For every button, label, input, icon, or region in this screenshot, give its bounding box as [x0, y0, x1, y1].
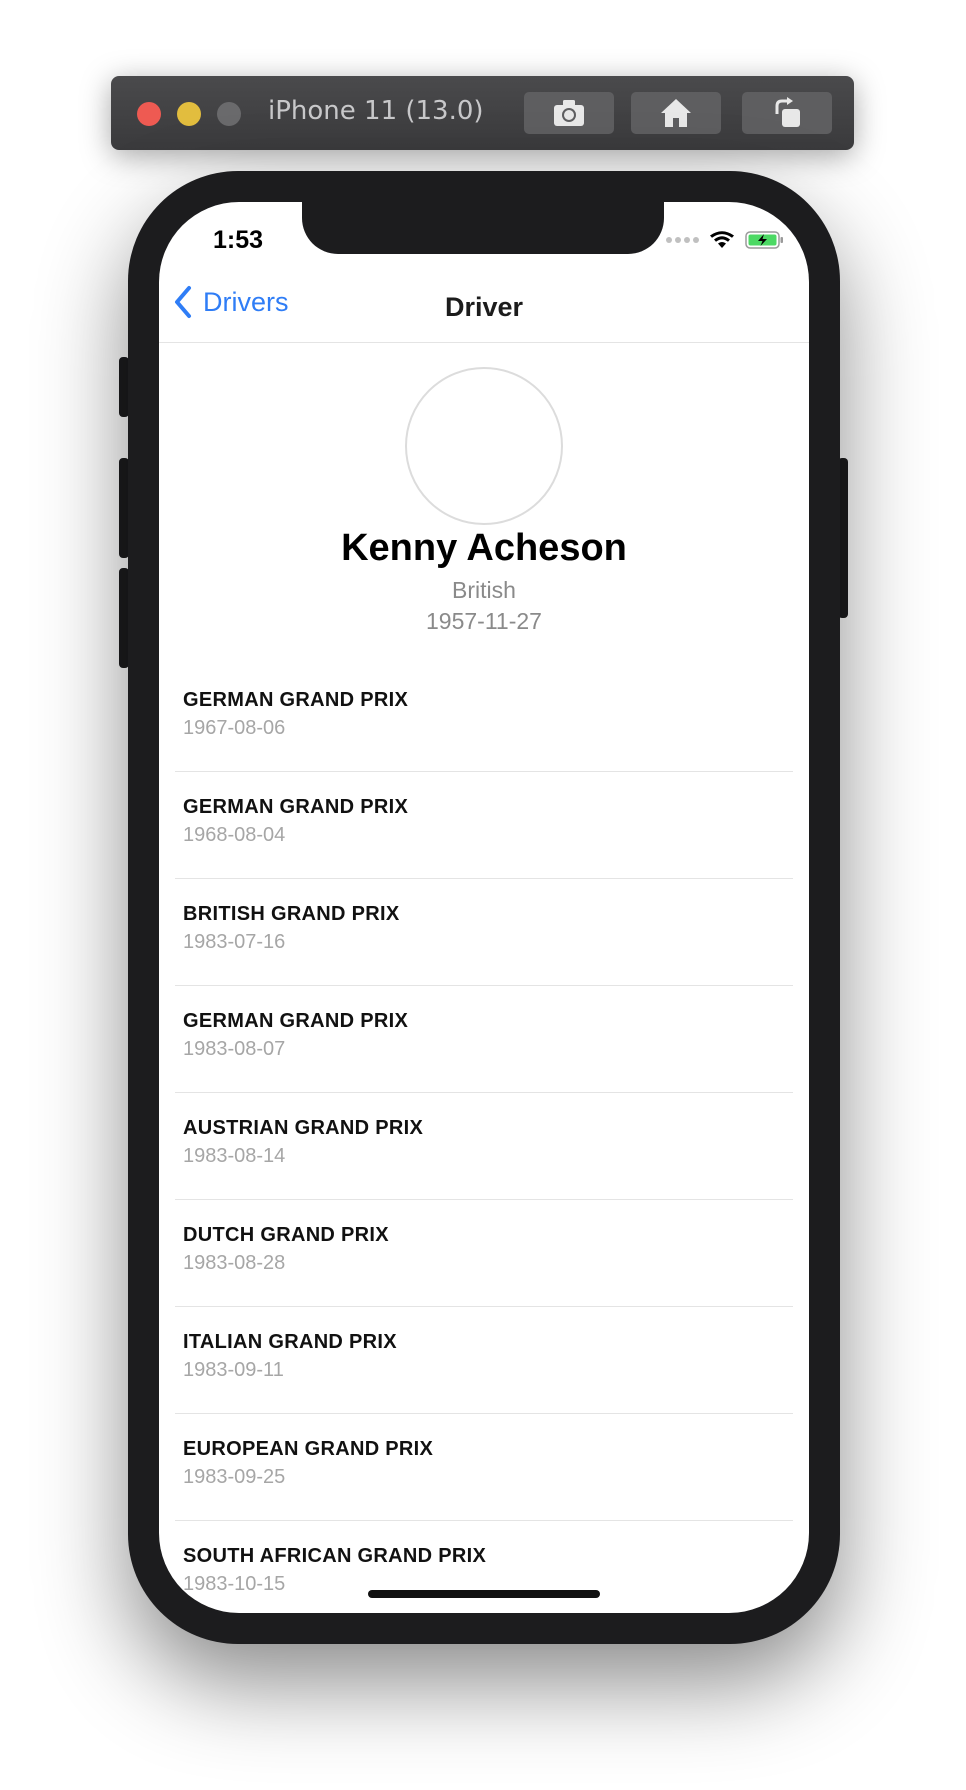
minimize-window-button[interactable] [177, 102, 201, 126]
list-item[interactable]: ITALIAN GRAND PRIX 1983-09-11 [175, 1307, 793, 1414]
race-name: AUSTRIAN GRAND PRIX [183, 1117, 424, 1139]
race-name: GERMAN GRAND PRIX [183, 689, 409, 711]
race-date: 1983-09-11 [183, 1359, 284, 1381]
list-item[interactable]: GERMAN GRAND PRIX 1967-08-06 [175, 665, 793, 772]
navigation-bar: Drivers Driver [159, 272, 809, 343]
race-name: ITALIAN GRAND PRIX [183, 1331, 397, 1353]
status-time: 1:53 [213, 226, 264, 254]
driver-nationality: British [452, 577, 516, 603]
race-date: 1968-08-04 [183, 824, 286, 846]
list-item[interactable]: AUSTRIAN GRAND PRIX 1983-08-14 [175, 1093, 793, 1200]
driver-name: Kenny Acheson [341, 527, 627, 569]
list-item[interactable]: EUROPEAN GRAND PRIX 1983-09-25 [175, 1414, 793, 1521]
zoom-window-button[interactable] [217, 102, 241, 126]
status-indicators [666, 230, 785, 250]
race-name: BRITISH GRAND PRIX [183, 903, 400, 925]
race-date: 1983-08-07 [183, 1038, 286, 1060]
race-name: DUTCH GRAND PRIX [183, 1224, 389, 1246]
signal-icon [666, 237, 699, 243]
race-date: 1983-10-15 [183, 1573, 286, 1595]
phone-screen: 1:53 Drivers Driver Kenny Acheson Britis… [159, 202, 809, 1613]
list-item[interactable]: BRITISH GRAND PRIX 1983-07-16 [175, 879, 793, 986]
race-date: 1983-07-16 [183, 931, 286, 953]
race-name: GERMAN GRAND PRIX [183, 1010, 409, 1032]
race-date: 1983-09-25 [183, 1466, 286, 1488]
battery-icon [745, 231, 783, 249]
race-date: 1983-08-14 [183, 1145, 286, 1167]
notch [302, 202, 664, 254]
close-window-button[interactable] [137, 102, 161, 126]
page-title: Driver [444, 292, 524, 322]
simulator-title: iPhone 11 (13.0) [268, 96, 484, 126]
camera-icon [554, 100, 584, 126]
race-name: SOUTH AFRICAN GRAND PRIX [183, 1545, 487, 1567]
list-item[interactable]: DUTCH GRAND PRIX 1983-08-28 [175, 1200, 793, 1307]
list-item[interactable]: GERMAN GRAND PRIX 1983-08-07 [175, 986, 793, 1093]
home-button[interactable] [631, 92, 721, 134]
rotate-button[interactable] [742, 92, 832, 134]
list-item[interactable]: GERMAN GRAND PRIX 1968-08-04 [175, 772, 793, 879]
home-icon [661, 99, 691, 127]
race-name: GERMAN GRAND PRIX [183, 796, 409, 818]
rotate-icon [775, 97, 800, 127]
home-indicator[interactable] [368, 1590, 600, 1598]
avatar [405, 367, 563, 525]
simulator-titlebar: iPhone 11 (13.0) [111, 76, 854, 150]
screenshot-button[interactable] [524, 92, 614, 134]
race-date: 1967-08-06 [183, 717, 286, 739]
race-name: EUROPEAN GRAND PRIX [183, 1438, 434, 1460]
race-list: GERMAN GRAND PRIX 1967-08-06 GERMAN GRAN… [175, 665, 793, 1613]
race-date: 1983-08-28 [183, 1252, 286, 1274]
wifi-icon [710, 231, 734, 248]
list-item[interactable]: SOUTH AFRICAN GRAND PRIX 1983-10-15 [175, 1521, 793, 1613]
driver-dob: 1957-11-27 [426, 608, 542, 634]
